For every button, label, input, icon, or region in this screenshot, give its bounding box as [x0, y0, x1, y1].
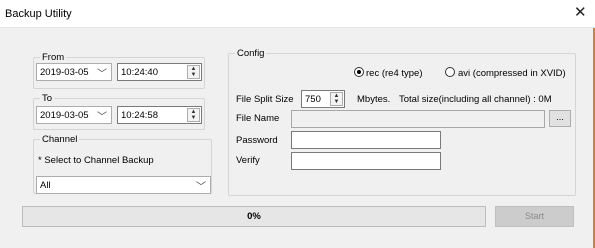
spin-down-icon[interactable]: ▼	[188, 115, 199, 121]
chevron-down-icon: ﹀	[196, 182, 206, 193]
verify-label: Verify	[236, 155, 260, 166]
split-size-unit: Mbytes.	[357, 94, 391, 105]
avi-format-label: avi (compressed in XVID)	[458, 68, 566, 79]
file-name-label: File Name	[236, 113, 280, 124]
total-size-text: Total size(including all channel) : 0M	[399, 94, 552, 105]
spin-down-icon[interactable]: ▼	[188, 72, 199, 78]
progress-bar: 0%	[22, 206, 486, 227]
chevron-down-icon: ﹀	[97, 112, 107, 123]
window-title: Backup Utility	[5, 8, 72, 20]
rec-format-label: rec (re4 type)	[366, 68, 423, 79]
split-size-label: File Split Size	[236, 94, 294, 105]
channel-select[interactable]: All ﹀	[36, 176, 211, 194]
close-icon[interactable]: ✕	[574, 5, 587, 21]
to-legend: To	[42, 93, 53, 104]
password-field[interactable]	[291, 131, 441, 149]
title-bar: Backup Utility ✕	[0, 0, 595, 28]
to-date-picker[interactable]: 2019-03-05 ﹀	[36, 106, 112, 124]
backup-utility-window: Backup Utility ✕ From 2019-03-05 ﹀ 10:24…	[0, 0, 595, 248]
browse-button[interactable]: ...	[549, 110, 571, 127]
channel-legend: Channel	[42, 134, 78, 145]
config-legend: Config	[237, 48, 265, 59]
password-label: Password	[236, 135, 278, 146]
progress-label: 0%	[247, 211, 261, 222]
avi-format-radio[interactable]	[445, 67, 455, 77]
split-size-spinner[interactable]: ▲ ▼	[330, 92, 343, 106]
chevron-down-icon: ﹀	[97, 69, 107, 80]
file-name-field[interactable]	[291, 110, 545, 128]
to-date-value: 2019-03-05	[40, 110, 89, 121]
channel-selected-value: All	[40, 180, 51, 191]
from-time-value: 10:24:40	[121, 67, 158, 78]
split-size-value: 750	[305, 94, 321, 105]
spin-down-icon[interactable]: ▼	[331, 99, 342, 105]
to-time-spinner[interactable]: ▲ ▼	[187, 108, 200, 122]
start-button[interactable]: Start	[495, 206, 574, 227]
from-legend: From	[42, 52, 65, 63]
to-time-value: 10:24:58	[121, 110, 158, 121]
rec-format-radio[interactable]	[354, 67, 364, 77]
verify-field[interactable]	[291, 152, 441, 170]
from-date-value: 2019-03-05	[40, 67, 89, 78]
from-date-picker[interactable]: 2019-03-05 ﹀	[36, 63, 112, 81]
from-time-spinner[interactable]: ▲ ▼	[187, 65, 200, 79]
channel-hint: * Select to Channel Backup	[38, 155, 154, 166]
